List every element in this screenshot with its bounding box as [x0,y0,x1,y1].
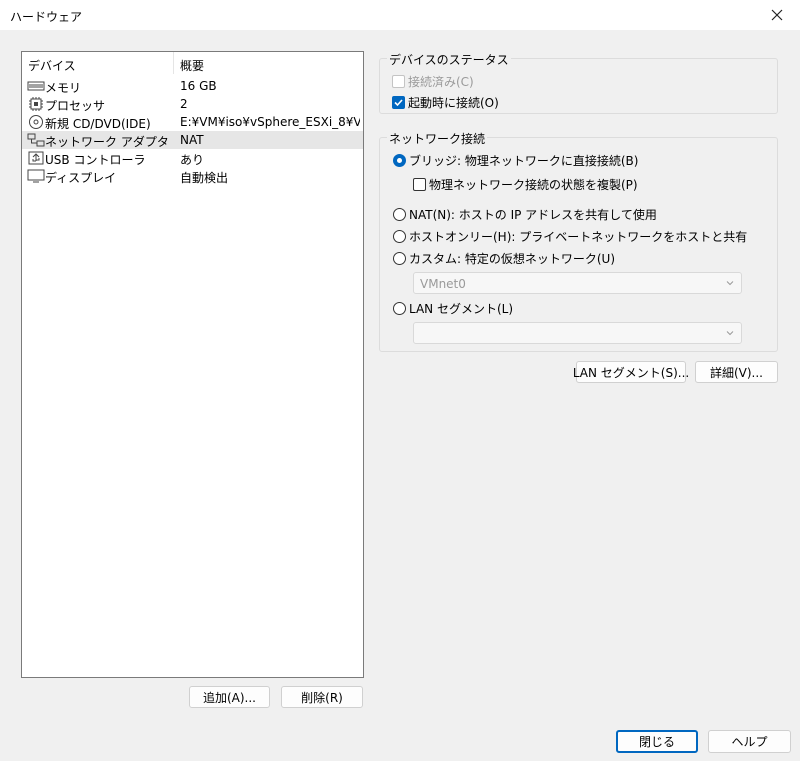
device-summary: 2 [180,97,188,111]
column-separator[interactable] [173,52,174,74]
replicate-state-checkbox[interactable]: 物理ネットワーク接続の状態を複製(P) [413,176,638,193]
device-row-cd-dvd[interactable]: 新規 CD/DVD(IDE) E:¥VM¥iso¥vSphere_ESXi_8¥… [22,113,363,131]
checkbox-box [392,75,405,88]
window-title: ハードウェア [10,10,83,24]
dialog-client: デバイス 概要 メモリ 16 GB プロセッサ 2 新規 CD/DVD(IDE)… [0,30,800,761]
radio-circle [393,208,406,221]
device-name: 新規 CD/DVD(IDE) [45,117,151,131]
cd-dvd-icon [29,115,43,129]
device-summary: あり [180,153,205,167]
add-device-button[interactable]: 追加(A)... [189,686,270,708]
device-name: ディスプレイ [45,171,117,185]
advanced-button[interactable]: 詳細(V)... [695,361,778,383]
help-button[interactable]: ヘルプ [708,730,791,753]
device-row-processor[interactable]: プロセッサ 2 [22,95,363,113]
lan-segments-button[interactable]: LAN セグメント(S)... [573,361,689,383]
processor-icon [29,97,43,111]
connected-label: 接続済み(C) [408,75,474,89]
device-status-group: デバイスのステータス 接続済み(C) 起動時に接続(O) [379,51,778,114]
remove-device-button[interactable]: 削除(R) [281,686,363,708]
host-only-radio[interactable]: ホストオンリー(H): プライベートネットワークをホストと共有 [393,228,747,245]
nat-radio[interactable]: NAT(N): ホストの IP アドレスを共有して使用 [393,206,657,223]
radio-circle [393,252,406,265]
device-status-title: デバイスのステータス [387,51,511,68]
device-row-memory[interactable]: メモリ 16 GB [22,77,363,95]
close-button[interactable]: 閉じる [616,730,698,753]
radio-circle [393,230,406,243]
network-connection-title: ネットワーク接続 [387,130,488,147]
device-summary: 自動検出 [180,171,229,185]
connected-checkbox[interactable]: 接続済み(C) [392,73,474,90]
connect-at-power-on-checkbox[interactable]: 起動時に接続(O) [392,94,499,111]
bridged-radio[interactable]: ブリッジ: 物理ネットワークに直接接続(B) [393,152,638,169]
device-row-network-adapter[interactable]: ネットワーク アダプタ NAT [22,131,363,149]
close-window-button[interactable] [754,0,800,30]
memory-icon [27,81,45,91]
device-summary: E:¥VM¥iso¥vSphere_ESXi_8¥V... [180,115,360,129]
radio-circle [393,154,406,167]
lan-segment-label: LAN セグメント(L) [409,302,514,316]
checkmark-icon [394,99,403,107]
network-adapter-icon [27,133,45,147]
device-name: プロセッサ [45,99,106,113]
custom-label: カスタム: 特定の仮想ネットワーク(U) [409,252,616,266]
list-header: デバイス 概要 [22,52,363,74]
device-row-display[interactable]: ディスプレイ 自動検出 [22,167,363,185]
device-summary: 16 GB [180,79,217,93]
device-summary: NAT [180,133,204,147]
device-rows: メモリ 16 GB プロセッサ 2 新規 CD/DVD(IDE) E:¥VM¥i… [22,77,363,185]
network-connection-group: ネットワーク接続 ブリッジ: 物理ネットワークに直接接続(B) 物理ネットワーク… [379,130,778,352]
device-list[interactable]: デバイス 概要 メモリ 16 GB プロセッサ 2 新規 CD/DVD(IDE)… [21,51,364,678]
nat-label: NAT(N): ホストの IP アドレスを共有して使用 [409,208,657,222]
display-icon [27,169,45,183]
lan-segment-select[interactable] [413,322,742,344]
device-name: メモリ [45,81,82,95]
title-bar: ハードウェア [0,0,800,30]
device-row-usb[interactable]: USB コントローラ あり [22,149,363,167]
radio-circle [393,302,406,315]
close-icon [771,9,783,21]
chevron-down-icon [726,281,734,286]
replicate-state-label: 物理ネットワーク接続の状態を複製(P) [429,178,638,192]
device-name: USB コントローラ [45,153,146,167]
connect-at-power-on-label: 起動時に接続(O) [408,96,499,110]
host-only-label: ホストオンリー(H): プライベートネットワークをホストと共有 [409,230,748,244]
device-name: ネットワーク アダプタ [45,135,169,149]
checkbox-box [392,96,405,109]
lan-segment-radio[interactable]: LAN セグメント(L) [393,300,513,317]
custom-radio[interactable]: カスタム: 特定の仮想ネットワーク(U) [393,250,615,267]
column-header-summary[interactable]: 概要 [180,57,204,74]
custom-network-value: VMnet0 [420,277,466,291]
checkbox-box [413,178,426,191]
chevron-down-icon [726,331,734,336]
column-header-device[interactable]: デバイス [28,57,76,74]
custom-network-select[interactable]: VMnet0 [413,272,742,294]
bridged-label: ブリッジ: 物理ネットワークに直接接続(B) [409,154,639,168]
usb-icon [28,151,44,165]
